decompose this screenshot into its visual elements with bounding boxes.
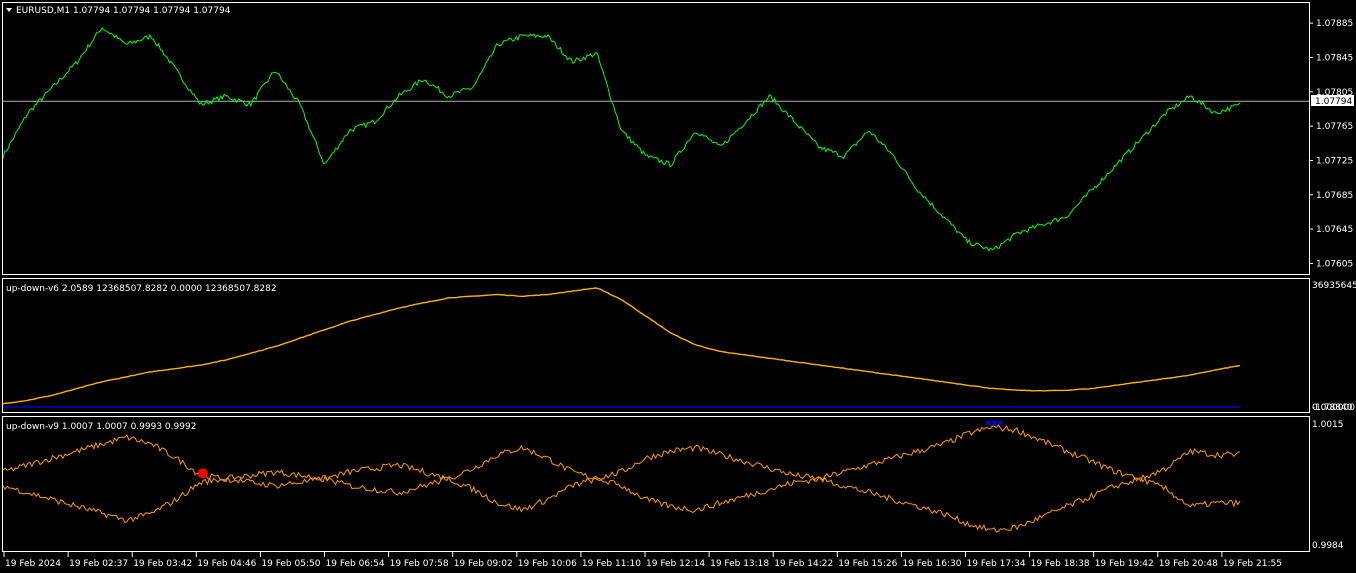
price-tick-label: 1.07605 xyxy=(1316,259,1353,269)
price-tick-label: 1.07645 xyxy=(1316,225,1353,235)
main-price-panel[interactable]: EURUSD,M1 1.07794 1.07794 1.07794 1.0779… xyxy=(2,6,1354,269)
triangle-down-icon[interactable] xyxy=(6,8,12,12)
v9-panel-header: up-down-v9 1.0007 1.0007 0.9993 0.9992 xyxy=(6,422,196,432)
v6-series-line xyxy=(2,287,1241,405)
v9-tick-top: 1.0015 xyxy=(1312,420,1344,430)
time-tick-label: 19 Feb 04:46 xyxy=(197,559,256,569)
v9-upper-line xyxy=(2,424,1241,483)
chart-canvas[interactable]: EURUSD,M1 1.07794 1.07794 1.07794 1.0779… xyxy=(0,0,1356,573)
price-tick-label: 1.07685 xyxy=(1316,191,1353,201)
price-tick-label: 1.07845 xyxy=(1316,53,1353,63)
v6-tick-bottom: -1.78840 xyxy=(1312,403,1353,413)
main-panel-header: EURUSD,M1 1.07794 1.07794 1.07794 1.0779… xyxy=(16,6,231,16)
time-tick-label: 19 Feb 12:14 xyxy=(646,559,705,569)
time-tick-label: 19 Feb 06:54 xyxy=(326,559,385,569)
main-panel-frame xyxy=(2,2,1310,275)
time-tick-label: 19 Feb 11:10 xyxy=(582,559,641,569)
time-tick-label: 19 Feb 20:48 xyxy=(1159,559,1218,569)
up-down-v9-panel[interactable]: up-down-v9 1.0007 1.0007 0.9993 0.9992 1… xyxy=(2,420,1344,551)
time-tick-label: 19 Feb 17:34 xyxy=(967,559,1026,569)
current-price-label: 1.07794 xyxy=(1315,97,1352,107)
time-tick-label: 19 Feb 03:42 xyxy=(133,559,192,569)
v9-tick-bottom: 0.9984 xyxy=(1312,541,1344,551)
buy-signal-marker xyxy=(986,420,991,425)
time-tick-label: 19 Feb 14:22 xyxy=(774,559,833,569)
time-tick-label: 19 Feb 09:02 xyxy=(454,559,513,569)
price-tick-label: 1.07765 xyxy=(1316,122,1353,132)
up-down-v6-panel[interactable]: up-down-v6 2.0589 12368507.8282 0.0000 1… xyxy=(2,281,1356,413)
v6-tick-top: 36935645. xyxy=(1312,281,1356,291)
v6-panel-frame xyxy=(2,278,1310,413)
sell-signal-marker xyxy=(197,468,208,479)
buy-signal-marker xyxy=(992,420,997,425)
v9-signals xyxy=(197,420,1003,479)
time-tick-label: 19 Feb 15:26 xyxy=(838,559,897,569)
time-tick-label: 19 Feb 18:38 xyxy=(1031,559,1090,569)
time-axis: 19 Feb 2024 19 Feb 02:37 19 Feb 03:42 19 Fe… xyxy=(3,552,1282,569)
time-tick-label: 19 Feb 21:55 xyxy=(1223,559,1282,569)
price-tick-label: 1.07725 xyxy=(1316,156,1353,166)
time-tick-label: 19 Feb 07:58 xyxy=(390,559,449,569)
time-tick-label: 19 Feb 2024 xyxy=(5,559,61,569)
price-axis: 1.078851.078451.078051.077651.077251.076… xyxy=(1309,19,1353,269)
v9-lower-line xyxy=(2,475,1241,533)
price-series-line xyxy=(2,27,1241,252)
time-tick-label: 19 Feb 05:50 xyxy=(261,559,320,569)
time-tick-label: 19 Feb 02:37 xyxy=(69,559,128,569)
time-tick-label: 19 Feb 13:18 xyxy=(710,559,769,569)
time-tick-label: 19 Feb 10:06 xyxy=(518,559,577,569)
v6-panel-header: up-down-v6 2.0589 12368507.8282 0.0000 1… xyxy=(6,284,277,294)
buy-signal-marker xyxy=(998,420,1003,425)
time-tick-label: 19 Feb 19:42 xyxy=(1095,559,1154,569)
time-tick-label: 19 Feb 16:30 xyxy=(902,559,961,569)
price-tick-label: 1.07885 xyxy=(1316,19,1353,29)
